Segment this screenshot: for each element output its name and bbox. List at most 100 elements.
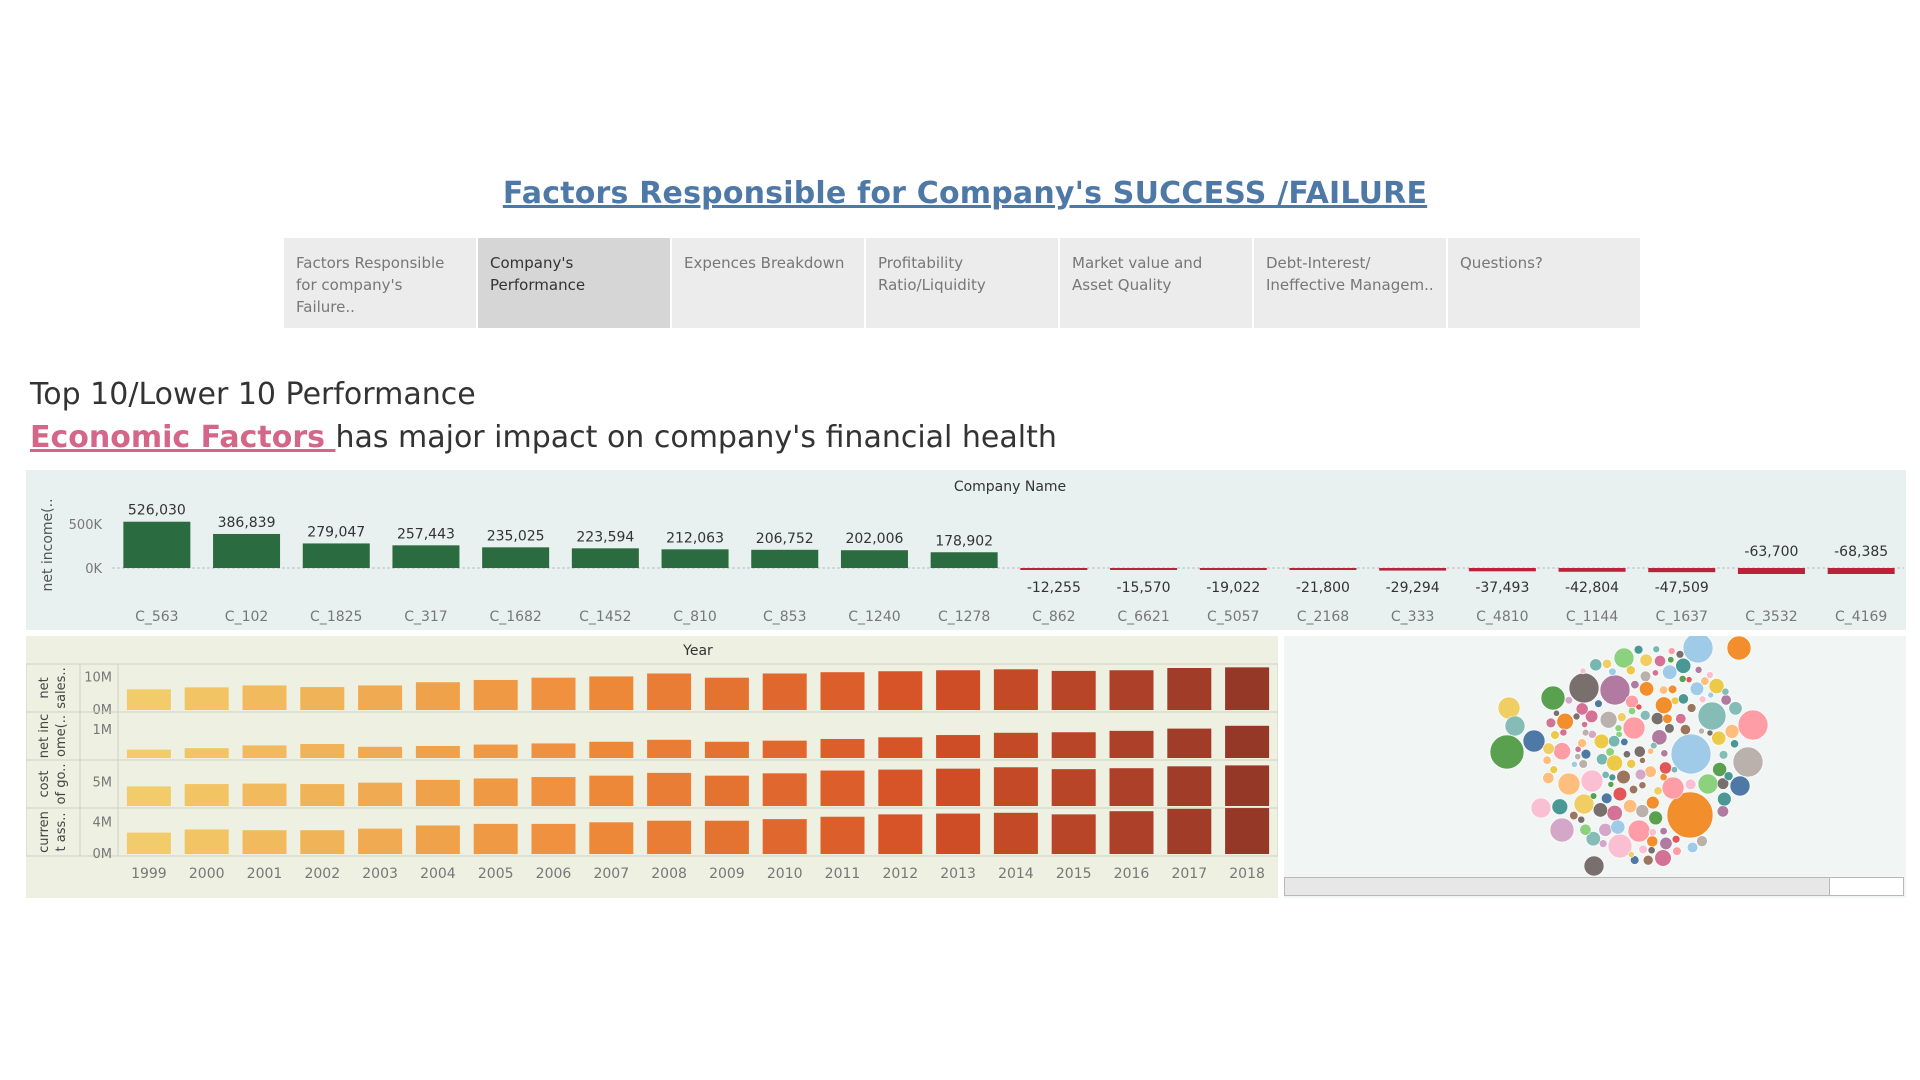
company-bubble bbox=[1664, 723, 1675, 734]
company-bar bbox=[571, 548, 639, 568]
company-bubble bbox=[1642, 854, 1654, 866]
company-bubble bbox=[1698, 727, 1705, 735]
company-bubble bbox=[1672, 846, 1682, 856]
year-bar bbox=[820, 816, 865, 854]
economic-factors-link[interactable]: Economic Factors bbox=[30, 420, 335, 455]
company-bubble bbox=[1675, 650, 1685, 659]
company-bubble bbox=[1592, 802, 1608, 818]
company-bubble bbox=[1644, 765, 1657, 778]
tab-failure-factors[interactable]: Factors Responsible for company's Failur… bbox=[284, 238, 476, 328]
tab-expences-breakdown[interactable]: Expences Breakdown bbox=[672, 238, 864, 328]
company-bar bbox=[1737, 568, 1805, 574]
company-bubble bbox=[1549, 765, 1558, 774]
company-bubble bbox=[1651, 669, 1659, 677]
year-bar bbox=[993, 669, 1038, 710]
tab-profitability-liquidity[interactable]: Profitability Ratio/Liquidity bbox=[866, 238, 1058, 328]
top-bottom-company-chart: Company Name net income(.. 500K 0K 526,030 C_… bbox=[26, 470, 1906, 630]
year-bar bbox=[473, 823, 518, 854]
year-label: 2012 bbox=[882, 866, 918, 882]
scrollbar-thumb[interactable] bbox=[1285, 878, 1830, 895]
company-bubble bbox=[1613, 647, 1635, 669]
company-bubble bbox=[1662, 713, 1673, 724]
company-bubble bbox=[1622, 750, 1631, 759]
company-bubble bbox=[1682, 636, 1714, 664]
company-bubble bbox=[1659, 827, 1668, 836]
year-bar bbox=[762, 673, 807, 710]
company-bubble bbox=[1626, 759, 1637, 769]
company-name-label: C_102 bbox=[225, 609, 269, 625]
company-bubble bbox=[1639, 653, 1653, 667]
company-bubble bbox=[1716, 805, 1729, 818]
company-bubble bbox=[1589, 658, 1603, 672]
year-bar bbox=[762, 773, 807, 806]
metric-ylabel: cost bbox=[37, 771, 52, 798]
year-bar bbox=[936, 813, 981, 854]
company-name-label: C_2168 bbox=[1297, 609, 1349, 625]
company-name-label: C_3532 bbox=[1745, 609, 1797, 625]
company-bubble bbox=[1630, 680, 1640, 690]
company-bubble bbox=[1551, 798, 1569, 815]
year-bar bbox=[126, 832, 171, 854]
company-bubble bbox=[1542, 772, 1555, 785]
company-bubble bbox=[1577, 815, 1586, 824]
year-bar bbox=[936, 670, 981, 710]
tab-debt-interest[interactable]: Debt-Interest/ Ineffective Managem.. bbox=[1254, 238, 1446, 328]
tab-questions[interactable]: Questions? bbox=[1448, 238, 1640, 328]
company-name-label: C_1637 bbox=[1656, 609, 1708, 625]
company-bubble bbox=[1579, 823, 1592, 836]
year-bar bbox=[820, 672, 865, 710]
company-bubble bbox=[1583, 855, 1605, 876]
metric-ylabel: net inc bbox=[37, 714, 52, 758]
company-bar-label: -42,804 bbox=[1565, 580, 1619, 596]
year-bar bbox=[184, 687, 229, 710]
year-bar bbox=[647, 673, 692, 710]
company-bubble bbox=[1721, 687, 1730, 696]
company-bar bbox=[482, 547, 550, 568]
company-bubble bbox=[1577, 738, 1587, 748]
tab-company-performance[interactable]: Company's Performance bbox=[478, 238, 670, 328]
tab-market-value[interactable]: Market value and Asset Quality bbox=[1060, 238, 1252, 328]
company-name-label: C_1144 bbox=[1566, 609, 1618, 625]
year-label: 2008 bbox=[651, 866, 687, 882]
year-bar bbox=[1167, 766, 1212, 806]
company-bubble bbox=[1730, 739, 1739, 749]
metric-ytick: 0M bbox=[93, 847, 113, 862]
company-bar-label: -12,255 bbox=[1027, 580, 1081, 596]
year-bar bbox=[704, 775, 749, 806]
company-bubble bbox=[1622, 716, 1646, 740]
company-bubble bbox=[1729, 775, 1751, 797]
company-bubble bbox=[1557, 772, 1581, 796]
company-bubble bbox=[1717, 791, 1732, 807]
company-bubble bbox=[1650, 741, 1658, 750]
company-bar-label: -15,570 bbox=[1117, 580, 1171, 596]
company-bubble bbox=[1658, 685, 1669, 695]
year-bar bbox=[820, 770, 865, 806]
company-bar bbox=[930, 552, 998, 568]
year-bar bbox=[647, 739, 692, 758]
year-bar bbox=[531, 743, 576, 758]
company-bubble bbox=[1489, 734, 1525, 770]
year-bar bbox=[415, 745, 460, 758]
company-bubble bbox=[1711, 730, 1727, 746]
year-bar bbox=[762, 819, 807, 854]
company-bubble bbox=[1646, 835, 1659, 848]
year-bar bbox=[936, 735, 981, 758]
year-bar bbox=[1167, 668, 1212, 710]
year-bar bbox=[126, 786, 171, 806]
company-bubble bbox=[1522, 729, 1546, 753]
year-bar bbox=[242, 745, 287, 758]
company-bubble bbox=[1647, 846, 1656, 855]
year-bar bbox=[878, 769, 923, 806]
company-bubble bbox=[1659, 761, 1672, 775]
company-bubble bbox=[1593, 733, 1610, 750]
company-bubble bbox=[1638, 844, 1648, 855]
horizontal-scrollbar[interactable] bbox=[1284, 877, 1904, 896]
company-bubble bbox=[1635, 703, 1643, 711]
company-bar bbox=[1558, 568, 1626, 572]
year-bar bbox=[531, 823, 576, 854]
year-bar bbox=[415, 682, 460, 710]
company-name-label: C_1240 bbox=[848, 609, 900, 625]
year-bar bbox=[1051, 769, 1096, 806]
company-bubble bbox=[1574, 753, 1582, 761]
dashboard-title[interactable]: Factors Responsible for Company's SUCCES… bbox=[0, 176, 1920, 211]
